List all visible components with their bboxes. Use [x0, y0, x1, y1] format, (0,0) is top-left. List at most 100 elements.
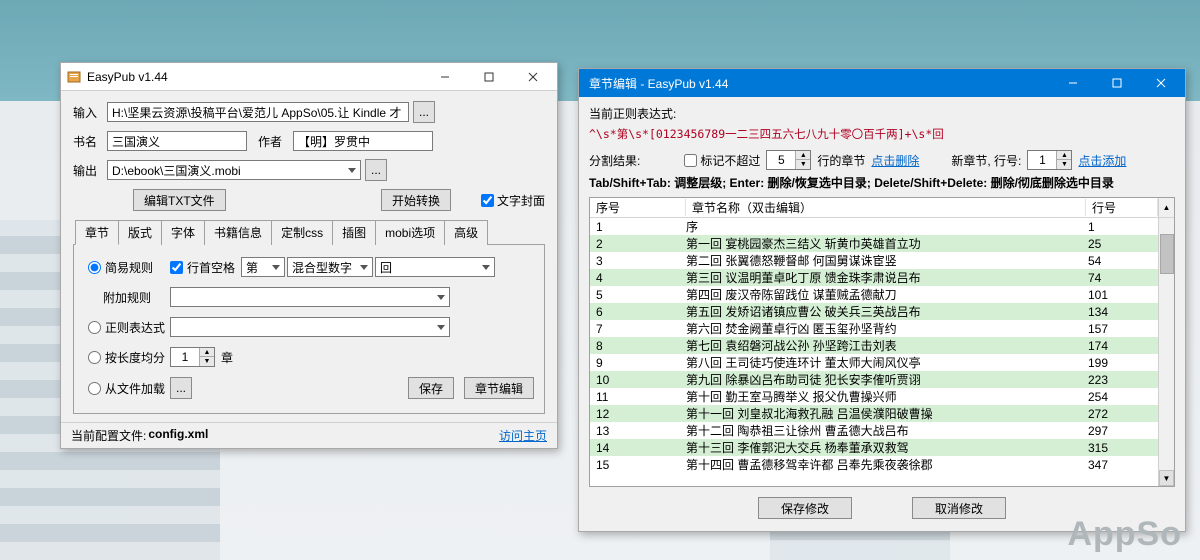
close-button[interactable]: [511, 63, 555, 91]
chevron-down-icon[interactable]: ▼: [1159, 470, 1174, 486]
table-row[interactable]: 5第四回 废汉帝陈留践位 谋董贼孟德献刀101: [590, 286, 1174, 303]
cell-name[interactable]: 第八回 王司徒巧使连环计 董太师大闹风仪亭: [686, 354, 1086, 371]
tab-layout[interactable]: 版式: [118, 220, 162, 245]
table-row[interactable]: 12第十一回 刘皇叔北海救孔融 吕温侯濮阳破曹操272: [590, 405, 1174, 422]
close-button[interactable]: [1139, 69, 1183, 97]
cell-name[interactable]: 第十一回 刘皇叔北海救孔融 吕温侯濮阳破曹操: [686, 405, 1086, 422]
cell-name[interactable]: 第十三回 李傕郭汜大交兵 杨奉董承双救驾: [686, 439, 1086, 456]
output-path-combo[interactable]: D:\ebook\三国演义.mobi: [107, 160, 361, 180]
cell-line: 199: [1086, 356, 1158, 370]
table-row[interactable]: 10第九回 除暴凶吕布助司徒 犯长安李傕听贾诩223: [590, 371, 1174, 388]
table-row[interactable]: 1序1: [590, 218, 1174, 235]
marker2-combo[interactable]: 回: [375, 257, 495, 277]
length-split-radio[interactable]: 按长度均分: [84, 349, 170, 366]
extra-rule-combo[interactable]: [170, 287, 450, 307]
client-area: 当前正则表达式: ^\s*第\s*[0123456789一二三四五六七八九十零〇…: [579, 97, 1185, 531]
table-header: 序号 章节名称（双击编辑） 行号 ▲: [590, 198, 1174, 218]
tab-bookinfo[interactable]: 书籍信息: [204, 220, 272, 245]
simple-rule-radio[interactable]: 简易规则: [84, 259, 170, 276]
maximize-button[interactable]: [1095, 69, 1139, 97]
table-row[interactable]: 9第八回 王司徒巧使连环计 董太师大闹风仪亭199: [590, 354, 1174, 371]
table-row[interactable]: 11第十回 勤王室马腾举义 报父仇曹操兴师254: [590, 388, 1174, 405]
length-value-spinner[interactable]: ▲▼: [170, 347, 215, 367]
table-row[interactable]: 2第一回 宴桃园豪杰三结义 斩黄巾英雄首立功25: [590, 235, 1174, 252]
save-changes-button[interactable]: 保存修改: [758, 497, 852, 519]
table-body[interactable]: 1序12第一回 宴桃园豪杰三结义 斩黄巾英雄首立功253第二回 张翼德怒鞭督邮 …: [590, 218, 1174, 486]
save-rule-button[interactable]: 保存: [408, 377, 454, 399]
mark-limit-spinner[interactable]: ▲▼: [766, 150, 811, 170]
chevron-up-icon: ▲: [200, 348, 214, 357]
table-row[interactable]: 3第二回 张翼德怒鞭督邮 何国舅谋诛宦竖54: [590, 252, 1174, 269]
bookname-field[interactable]: [107, 131, 247, 151]
input-path-field[interactable]: [107, 102, 409, 122]
titlebar[interactable]: EasyPub v1.44: [61, 63, 557, 91]
scrollbar-thumb[interactable]: [1160, 234, 1174, 274]
table-row[interactable]: 7第六回 焚金阙董卓行凶 匿玉玺孙坚背约157: [590, 320, 1174, 337]
maximize-button[interactable]: [467, 63, 511, 91]
cell-name[interactable]: 第十回 勤王室马腾举义 报父仇曹操兴师: [686, 388, 1086, 405]
text-cover-checkbox[interactable]: 文字封面: [477, 191, 545, 210]
chevron-down-icon: ▼: [200, 357, 214, 366]
cell-name[interactable]: 第七回 袁绍磐河战公孙 孙坚跨江击刘表: [686, 337, 1086, 354]
cell-name[interactable]: 第三回 议温明董卓叱丁原 馈金珠李肃说吕布: [686, 269, 1086, 286]
visit-homepage-link[interactable]: 访问主页: [499, 427, 547, 444]
browse-input-button[interactable]: ...: [413, 101, 435, 123]
cell-seq: 3: [590, 254, 686, 268]
col-name[interactable]: 章节名称（双击编辑）: [686, 199, 1086, 216]
tab-advanced[interactable]: 高级: [444, 220, 488, 245]
cell-line: 74: [1086, 271, 1158, 285]
cancel-changes-button[interactable]: 取消修改: [912, 497, 1006, 519]
cell-name[interactable]: 第十四回 曹孟德移驾幸许都 吕奉先乘夜袭徐郡: [686, 456, 1086, 473]
minimize-button[interactable]: [423, 63, 467, 91]
marker1-combo[interactable]: 第: [241, 257, 285, 277]
number-type-combo[interactable]: 混合型数字: [287, 257, 373, 277]
table-row[interactable]: 4第三回 议温明董卓叱丁原 馈金珠李肃说吕布74: [590, 269, 1174, 286]
tab-font[interactable]: 字体: [161, 220, 205, 245]
from-file-browse-button[interactable]: ...: [170, 377, 192, 399]
table-row[interactable]: 8第七回 袁绍磐河战公孙 孙坚跨江击刘表174: [590, 337, 1174, 354]
browse-output-button[interactable]: ...: [365, 159, 387, 181]
minimize-button[interactable]: [1051, 69, 1095, 97]
config-label: 当前配置文件:: [71, 427, 146, 444]
col-line[interactable]: 行号: [1086, 199, 1158, 216]
new-chapter-spinner[interactable]: ▲▼: [1027, 150, 1072, 170]
regex-rule-radio[interactable]: 正则表达式: [84, 319, 170, 336]
start-convert-button[interactable]: 开始转换: [381, 189, 451, 211]
cell-seq: 1: [590, 220, 686, 234]
cell-name[interactable]: 第四回 废汉帝陈留践位 谋董贼孟德献刀: [686, 286, 1086, 303]
cell-name[interactable]: 第九回 除暴凶吕布助司徒 犯长安李傕听贾诩: [686, 371, 1086, 388]
tab-css[interactable]: 定制css: [271, 220, 333, 245]
vertical-scrollbar[interactable]: ▼: [1158, 218, 1174, 486]
regex-rule-combo[interactable]: [170, 317, 450, 337]
titlebar[interactable]: 章节编辑 - EasyPub v1.44: [579, 69, 1185, 97]
cell-seq: 12: [590, 407, 686, 421]
chevron-up-icon[interactable]: ▲: [1158, 198, 1174, 217]
chapter-edit-button[interactable]: 章节编辑: [464, 377, 534, 399]
tab-chapter[interactable]: 章节: [75, 220, 119, 245]
table-row[interactable]: 6第五回 发矫诏诸镇应曹公 破关兵三英战吕布134: [590, 303, 1174, 320]
table-row[interactable]: 13第十二回 陶恭祖三让徐州 曹孟德大战吕布297: [590, 422, 1174, 439]
chapter-table[interactable]: 序号 章节名称（双击编辑） 行号 ▲ 1序12第一回 宴桃园豪杰三结义 斩黄巾英…: [589, 197, 1175, 487]
table-row[interactable]: 14第十三回 李傕郭汜大交兵 杨奉董承双救驾315: [590, 439, 1174, 456]
cell-name[interactable]: 第一回 宴桃园豪杰三结义 斩黄巾英雄首立功: [686, 235, 1086, 252]
cell-name[interactable]: 序: [686, 218, 1086, 235]
chapter-edit-window: 章节编辑 - EasyPub v1.44 当前正则表达式: ^\s*第\s*[0…: [578, 68, 1186, 532]
col-seq[interactable]: 序号: [590, 199, 686, 216]
from-file-radio[interactable]: 从文件加载: [84, 380, 170, 397]
author-label: 作者: [247, 133, 293, 150]
author-field[interactable]: [293, 131, 433, 151]
cell-name[interactable]: 第六回 焚金阙董卓行凶 匿玉玺孙坚背约: [686, 320, 1086, 337]
mark-limit-checkbox[interactable]: 标记不超过: [680, 151, 760, 170]
cell-name[interactable]: 第五回 发矫诏诸镇应曹公 破关兵三英战吕布: [686, 303, 1086, 320]
table-row[interactable]: 15第十四回 曹孟德移驾幸许都 吕奉先乘夜袭徐郡347: [590, 456, 1174, 473]
cell-name[interactable]: 第十二回 陶恭祖三让徐州 曹孟德大战吕布: [686, 422, 1086, 439]
cell-name[interactable]: 第二回 张翼德怒鞭督邮 何国舅谋诛宦竖: [686, 252, 1086, 269]
keyboard-hint: Tab/Shift+Tab: 调整层级; Enter: 删除/恢复选中目录; D…: [589, 174, 1175, 191]
click-delete-link[interactable]: 点击删除: [871, 152, 919, 169]
tab-mobi[interactable]: mobi选项: [375, 220, 445, 245]
click-add-link[interactable]: 点击添加: [1078, 152, 1126, 169]
cell-line: 174: [1086, 339, 1158, 353]
line-start-space-checkbox[interactable]: 行首空格: [170, 259, 235, 276]
tab-image[interactable]: 插图: [332, 220, 376, 245]
edit-txt-button[interactable]: 编辑TXT文件: [133, 189, 226, 211]
